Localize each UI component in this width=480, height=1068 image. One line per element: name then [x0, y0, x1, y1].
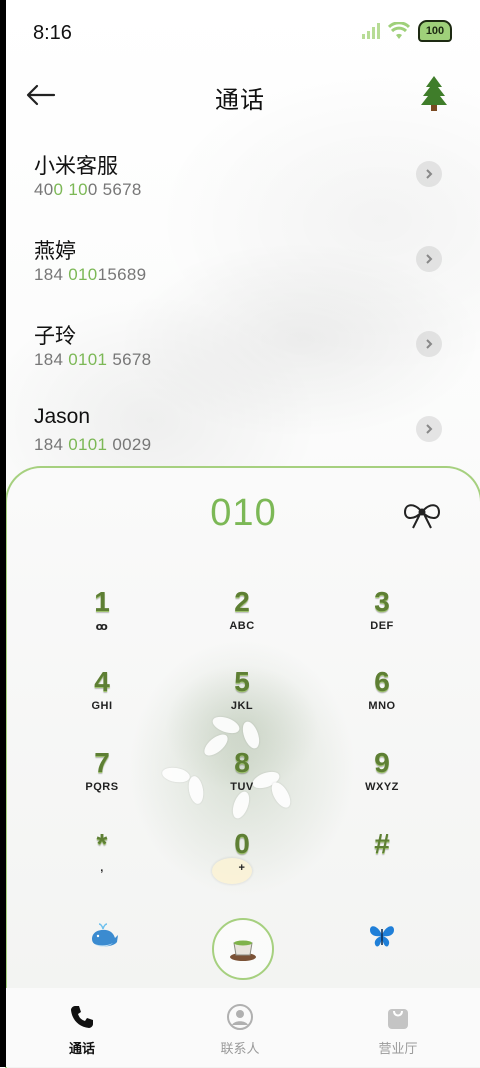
contact-name: 燕婷 — [34, 240, 76, 263]
battery-level-text: 100 — [425, 25, 445, 37]
contact-row[interactable]: 燕婷 184 01015689 — [0, 225, 480, 305]
whale-icon[interactable] — [89, 923, 119, 949]
nav-item-calls[interactable]: 通话 — [32, 1002, 132, 1057]
dial-key-6[interactable]: 6 MNO — [322, 666, 442, 736]
contact-name: Jason — [34, 405, 91, 428]
nav-item-store[interactable]: 营业厅 — [348, 1002, 448, 1057]
contact-detail-button[interactable] — [416, 416, 442, 442]
status-bar: 8:16 100 — [0, 0, 480, 68]
contact-number: 400 100 5678 — [34, 180, 142, 199]
phone-icon — [71, 1006, 93, 1028]
dial-key-1[interactable]: 1 ꝏ — [42, 586, 162, 656]
dial-key-hash[interactable]: # — [322, 828, 442, 898]
dial-key-7[interactable]: 7 PQRS — [42, 747, 162, 817]
contact-row[interactable]: 小米客服 400 100 5678 — [0, 140, 480, 220]
page-title: 通话 — [215, 87, 265, 114]
christmas-tree-icon[interactable] — [418, 74, 450, 112]
status-icons: 100 — [362, 20, 452, 42]
dial-key-8[interactable]: 8 TUV — [182, 747, 302, 817]
dial-key-3[interactable]: 3 DEF — [322, 586, 442, 656]
contact-name: 小米客服 — [34, 155, 118, 178]
chevron-right-icon — [426, 424, 433, 434]
dial-key-5[interactable]: 5 JKL — [182, 666, 302, 736]
nav-label-store: 营业厅 — [378, 1041, 418, 1056]
signal-icon — [362, 23, 380, 39]
nav-label-calls: 通话 — [68, 1041, 95, 1056]
chevron-right-icon — [426, 339, 433, 349]
dial-key-0[interactable]: 0 + — [182, 828, 302, 898]
butterfly-icon[interactable] — [368, 923, 396, 949]
contact-name: 子玲 — [34, 325, 76, 348]
nav-item-contacts[interactable]: 联系人 — [190, 1002, 290, 1057]
dial-key-2[interactable]: 2 ABC — [182, 586, 302, 656]
contact-row[interactable]: Jason 184 0101 0029 — [0, 395, 480, 475]
battery-icon: 100 — [418, 20, 452, 42]
contact-number: 184 0101 5678 — [34, 350, 152, 369]
dialer-panel: 010 1 ꝏ 2 ABC 3 DEF 4 GHI 5 JKL 6 MNO 7 … — [5, 466, 480, 1068]
dial-key-star[interactable]: * , — [42, 828, 162, 898]
dial-key-9[interactable]: 9 WXYZ — [322, 747, 442, 817]
contact-detail-button[interactable] — [416, 246, 442, 272]
status-time: 8:16 — [33, 22, 72, 44]
voicemail-icon: ꝏ — [95, 621, 109, 633]
bow-delete-icon[interactable] — [402, 498, 442, 532]
contact-icon — [227, 1004, 253, 1030]
store-bag-icon — [388, 1009, 408, 1029]
bottom-navigation: 通话 联系人 营业厅 — [0, 988, 480, 1067]
contact-number: 184 0101 0029 — [34, 435, 152, 454]
call-button[interactable] — [212, 918, 274, 980]
app-header: 通话 — [0, 68, 480, 122]
contact-row[interactable]: 子玲 184 0101 5678 — [0, 310, 480, 390]
contact-detail-button[interactable] — [416, 331, 442, 357]
contact-detail-button[interactable] — [416, 161, 442, 187]
tea-cup-icon — [230, 940, 256, 961]
nav-label-contacts: 联系人 — [220, 1041, 260, 1056]
contact-number: 184 01015689 — [34, 265, 147, 284]
wifi-icon — [388, 22, 410, 39]
screen-bezel — [0, 0, 6, 1067]
chevron-right-icon — [426, 169, 433, 179]
dial-key-4[interactable]: 4 GHI — [42, 666, 162, 736]
chevron-right-icon — [426, 254, 433, 264]
